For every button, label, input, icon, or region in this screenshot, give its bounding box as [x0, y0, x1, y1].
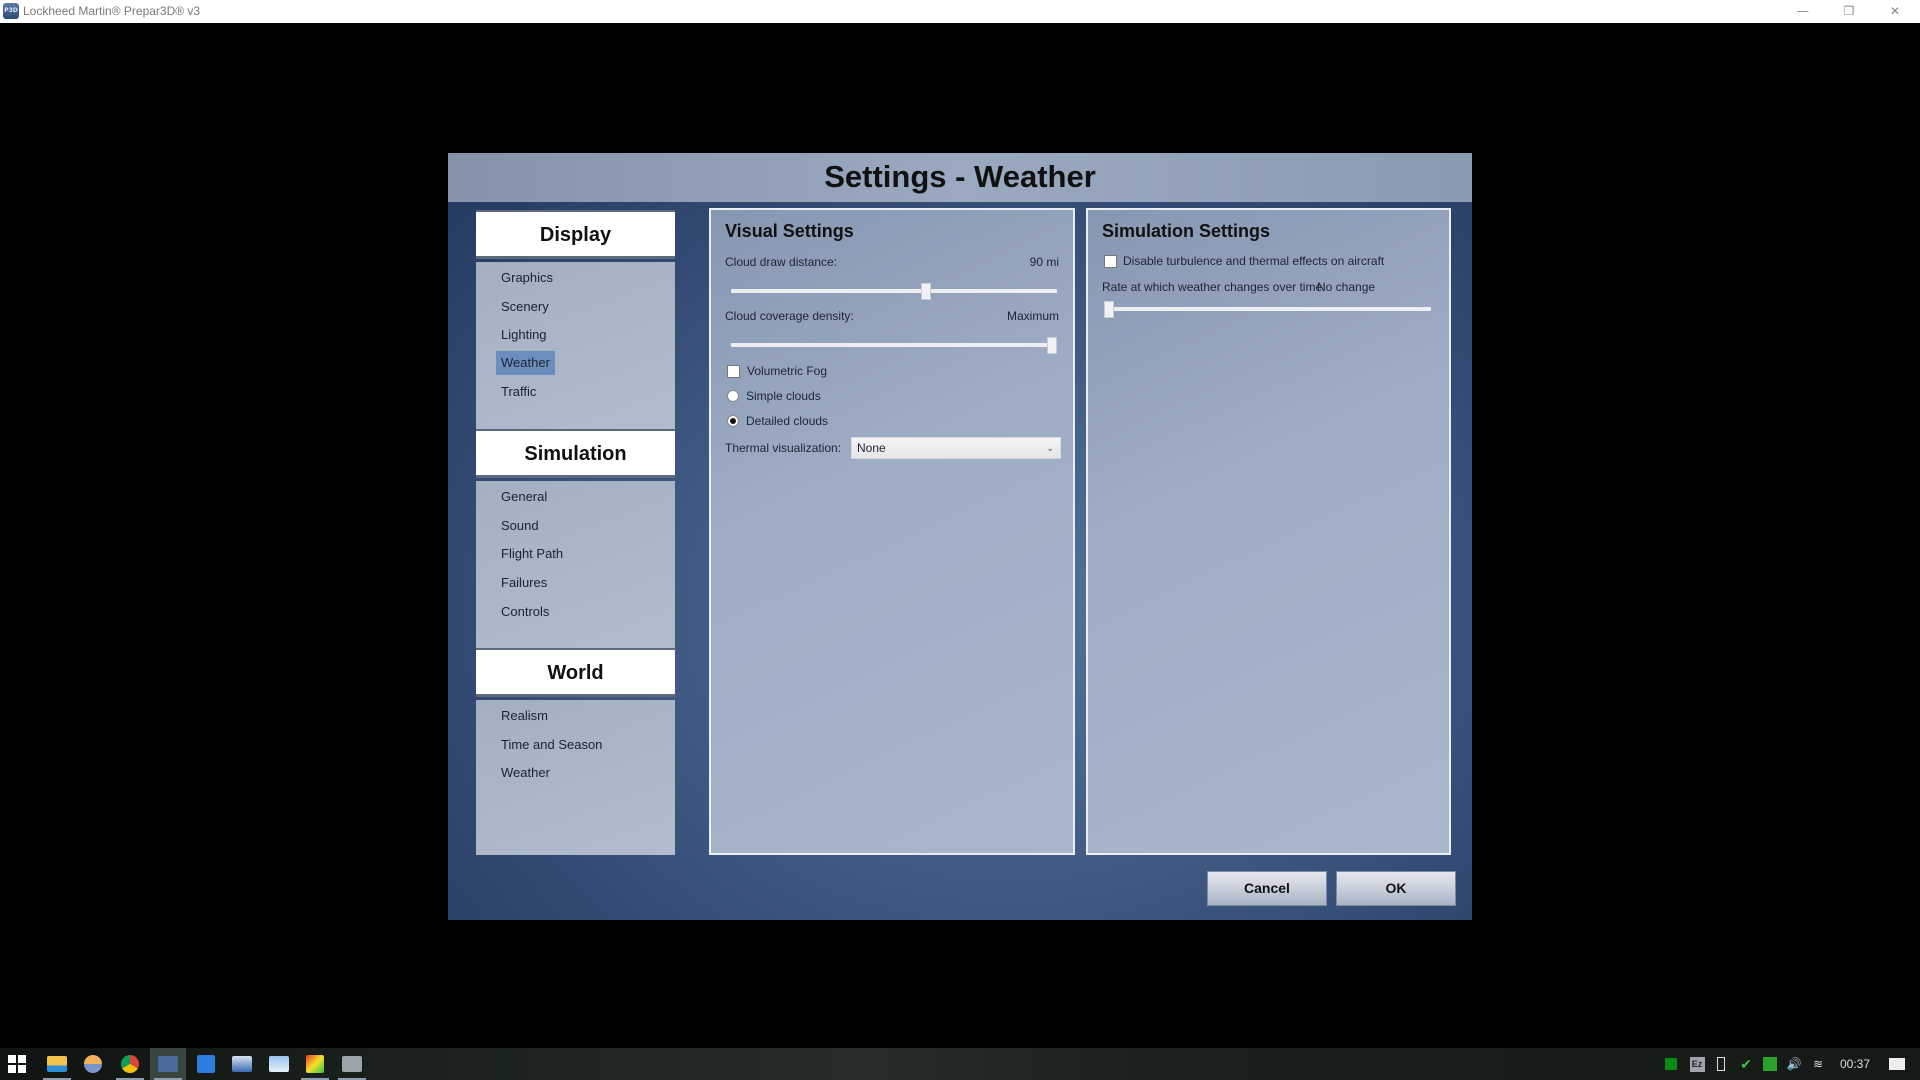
window-titlebar: P3D Lockheed Martin® Prepar3D® v3 — ❐ ✕ [0, 0, 1920, 23]
usb-icon[interactable] [1714, 1048, 1728, 1080]
thermal-visualization-select[interactable]: None ⌄ [851, 437, 1061, 459]
taskbar: Ez ✔ 🔊 ≋ 00:37 [0, 1048, 1920, 1080]
sidebar-item-flight-path[interactable]: Flight Path [496, 542, 568, 566]
settings-sidebar: Display Graphics Scenery Lighting Weathe… [476, 209, 675, 855]
sync-check-icon[interactable]: ✔ [1736, 1048, 1756, 1080]
thermal-visualization-value: None [857, 441, 886, 455]
simulation-settings-panel: Simulation Settings Disable turbulence a… [1086, 208, 1451, 855]
start-icon[interactable] [0, 1048, 34, 1080]
cancel-button[interactable]: Cancel [1207, 871, 1327, 906]
sidebar-item-weather-world[interactable]: Weather [496, 761, 555, 785]
simulation-settings-title: Simulation Settings [1102, 221, 1271, 241]
flight-app-icon[interactable] [188, 1048, 224, 1080]
clock[interactable]: 00:37 [1832, 1048, 1878, 1080]
aircraft-tool-icon[interactable] [224, 1048, 260, 1080]
volume-icon[interactable]: 🔊 [1784, 1048, 1804, 1080]
dialog-title: Settings - Weather [824, 159, 1096, 194]
simple-clouds-label: Simple clouds [746, 389, 821, 403]
sidebar-list-simulation: General Sound Flight Path Failures Contr… [476, 481, 675, 651]
minimize-icon[interactable]: — [1780, 0, 1826, 23]
sidebar-item-controls[interactable]: Controls [496, 600, 554, 624]
color-tool-icon[interactable] [297, 1048, 333, 1080]
visual-settings-panel: Visual Settings Cloud draw distance: 90 … [709, 208, 1075, 855]
volumetric-fog-checkbox[interactable] [727, 365, 740, 378]
cloud-draw-distance-label: Cloud draw distance: [725, 255, 838, 269]
close-icon[interactable]: ✕ [1872, 0, 1918, 23]
radio-selected-dot [730, 418, 736, 424]
app-icon: P3D [3, 3, 19, 19]
sidebar-header-display: Display [476, 212, 675, 259]
thermal-visualization-label: Thermal visualization: [725, 441, 842, 455]
sidebar-item-time-and-season[interactable]: Time and Season [496, 733, 607, 757]
simple-clouds-radio[interactable] [727, 390, 739, 402]
disable-turbulence-label: Disable turbulence and thermal effects o… [1123, 254, 1385, 268]
ok-button[interactable]: OK [1336, 871, 1456, 906]
notification-icon[interactable] [1882, 1048, 1912, 1080]
sidebar-item-traffic[interactable]: Traffic [496, 380, 541, 404]
chevron-down-icon: ⌄ [1046, 443, 1054, 453]
sidebar-list-world: Realism Time and Season Weather [476, 700, 675, 855]
green-square-icon[interactable] [1664, 1048, 1678, 1080]
sidebar-item-sound[interactable]: Sound [496, 514, 544, 538]
window-title: Lockheed Martin® Prepar3D® v3 [23, 4, 201, 18]
sidebar-item-weather-display[interactable]: Weather [496, 351, 555, 375]
cloud-coverage-density-label: Cloud coverage density: [725, 309, 854, 323]
network-monitor-icon[interactable] [1760, 1048, 1780, 1080]
cloud-draw-distance-slider[interactable] [920, 283, 931, 300]
disable-turbulence-checkbox[interactable] [1104, 255, 1117, 268]
lvla-icon[interactable] [334, 1048, 370, 1080]
weather-change-rate-value: No change [1317, 280, 1376, 294]
cloud-draw-distance-track[interactable] [731, 289, 1057, 293]
dialog-header: Settings - Weather [448, 153, 1472, 202]
prepar3d-icon[interactable] [150, 1048, 186, 1080]
visual-settings-title: Visual Settings [725, 221, 854, 241]
sidebar-header-simulation: Simulation [476, 431, 675, 478]
ez-icon[interactable]: Ez [1688, 1048, 1706, 1080]
cloud-coverage-density-value: Maximum [1006, 309, 1059, 323]
cloud-coverage-density-slider[interactable] [1047, 337, 1057, 354]
sidebar-item-scenery[interactable]: Scenery [496, 295, 554, 319]
sidebar-item-graphics[interactable]: Graphics [496, 266, 558, 290]
sidebar-item-lighting[interactable]: Lighting [496, 323, 552, 347]
opus-icon[interactable] [261, 1048, 297, 1080]
sidebar-item-realism[interactable]: Realism [496, 704, 553, 728]
file-explorer-icon[interactable] [39, 1048, 75, 1080]
sidebar-item-general[interactable]: General [496, 485, 552, 509]
sidebar-header-world: World [476, 650, 675, 697]
detailed-clouds-radio[interactable] [727, 415, 739, 427]
cloud-draw-distance-value: 90 mi [1029, 255, 1059, 269]
detailed-clouds-label: Detailed clouds [746, 414, 829, 428]
chrome-icon[interactable] [112, 1048, 148, 1080]
volumetric-fog-label: Volumetric Fog [747, 364, 828, 378]
restore-icon[interactable]: ❐ [1826, 0, 1872, 23]
settings-dialog: Settings - Weather Display Graphics Scen… [448, 153, 1472, 920]
sidebar-list-display: Graphics Scenery Lighting Weather Traffi… [476, 262, 675, 433]
wifi-icon[interactable]: ≋ [1808, 1048, 1828, 1080]
weather-change-rate-track[interactable] [1106, 307, 1431, 311]
weather-change-rate-slider[interactable] [1104, 301, 1114, 318]
weather-change-rate-label: Rate at which weather changes over time: [1102, 280, 1326, 294]
sidebar-item-failures[interactable]: Failures [496, 571, 552, 595]
browser-icon[interactable] [75, 1048, 111, 1080]
cloud-coverage-density-track[interactable] [731, 343, 1057, 347]
